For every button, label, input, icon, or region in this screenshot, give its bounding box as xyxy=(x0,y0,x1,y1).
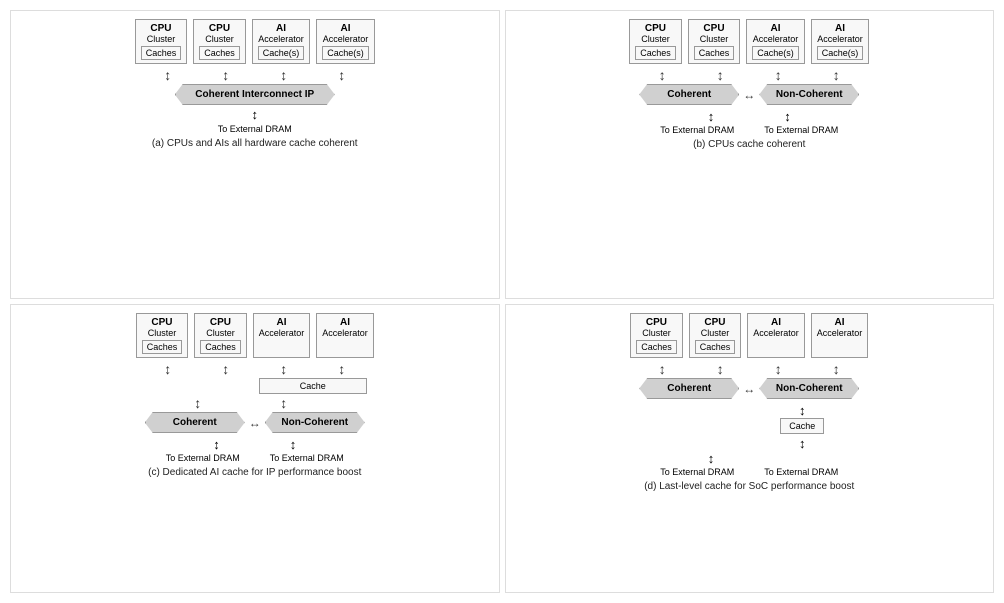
ai-accel-1: AI Accelerator Cache(s) xyxy=(746,19,805,64)
dram-row-d: To External DRAM To External DRAM xyxy=(660,467,838,477)
ai-accel-2: AI Accelerator Cache(s) xyxy=(811,19,870,64)
arrows-b: ↕ ↕ ↕ ↕ xyxy=(636,68,862,82)
caption-c: (c) Dedicated AI cache for IP performanc… xyxy=(148,467,361,478)
cache-box: Caches xyxy=(199,46,240,60)
ai-accel-2: AI Accelerator Cache(s) xyxy=(316,19,375,64)
arrow-4: ↕ xyxy=(316,68,368,82)
cpu-cluster-2: CPU Cluster Caches xyxy=(193,19,246,64)
cache-box: Caches xyxy=(141,46,182,60)
dram-arrow-a: ↕ xyxy=(252,107,259,122)
unit-subtitle: Accelerator xyxy=(258,34,305,44)
dram-row-b: To External DRAM To External DRAM xyxy=(660,125,838,135)
unit-title: CPU xyxy=(199,23,240,34)
coherent-banner-c: Coherent xyxy=(145,412,245,433)
cpu-cluster-1: CPU Cluster Caches xyxy=(136,313,189,358)
bottom-cache-row-d: ↕ Cache ↕ xyxy=(510,403,990,451)
ai-accel-2: AI Accelerator xyxy=(316,313,374,358)
cpu-cluster-2: CPU Cluster Caches xyxy=(688,19,741,64)
caption-b: (b) CPUs cache coherent xyxy=(693,139,805,150)
arrow-1: ↕ xyxy=(142,68,194,82)
unit-title: CPU xyxy=(141,23,182,34)
bottom-cache-d: Cache xyxy=(780,418,824,434)
units-row-c: CPU Cluster Caches CPU Cluster Caches AI… xyxy=(136,313,374,358)
banners-row-d: Coherent ↔ Non-Coherent xyxy=(639,378,859,399)
between-arrow-c: ↔ xyxy=(249,416,261,430)
dram-arrows-c: ↕ ↕ xyxy=(213,437,296,452)
ai-accel-1: AI Accelerator xyxy=(747,313,805,358)
unit-subtitle: Cluster xyxy=(141,34,182,44)
main-container: CPU Cluster Caches CPU Cluster Caches AI… xyxy=(0,0,1004,603)
banners-row-c: Coherent ↔ Non-Coherent xyxy=(145,412,365,433)
diagram-b: CPU Cluster Caches CPU Cluster Caches AI… xyxy=(505,10,995,299)
units-row-b: CPU Cluster Caches CPU Cluster Caches AI… xyxy=(629,19,869,64)
ai-accel-1: AI Accelerator Cache(s) xyxy=(252,19,311,64)
diagram-d: CPU Cluster Caches CPU Cluster Caches AI… xyxy=(505,304,995,593)
arrows-c: ↕ ↕ ↕ ↕ xyxy=(15,362,495,376)
between-arrow-b: ↔ xyxy=(743,88,755,102)
units-row-a: CPU Cluster Caches CPU Cluster Caches AI… xyxy=(135,19,375,64)
noncoherent-banner-d: Non-Coherent xyxy=(759,378,859,399)
cpu-cluster-2: CPU Cluster Caches xyxy=(194,313,247,358)
coherent-banner-b: Coherent xyxy=(639,84,739,105)
caption-a: (a) CPUs and AIs all hardware cache cohe… xyxy=(152,138,358,149)
arrows-d: ↕ ↕ ↕ ↕ xyxy=(510,362,990,376)
arrow-3: ↕ xyxy=(258,68,310,82)
noncoherent-banner-c: Non-Coherent xyxy=(265,412,365,433)
coherent-banner-d: Coherent xyxy=(639,378,739,399)
arrows-a: ↕ ↕ ↕ ↕ xyxy=(142,68,368,82)
diagram-a: CPU Cluster Caches CPU Cluster Caches AI… xyxy=(10,10,500,299)
unit-title: AI xyxy=(258,23,305,34)
cpu-cluster-2: CPU Cluster Caches xyxy=(689,313,742,358)
coherent-banner-a: Coherent Interconnect IP xyxy=(175,84,335,105)
arrow-2: ↕ xyxy=(200,68,252,82)
cache-box: Cache(s) xyxy=(322,46,369,60)
banners-row-b: Coherent ↔ Non-Coherent xyxy=(639,84,859,105)
unit-subtitle: Accelerator xyxy=(322,34,369,44)
noncoherent-banner-b: Non-Coherent xyxy=(759,84,859,105)
dram-arrows-b: ↕ ↕ xyxy=(708,109,791,124)
dram-row-c: To External DRAM To External DRAM xyxy=(166,453,344,463)
between-arrow-d: ↔ xyxy=(743,382,755,396)
cpu-cluster-1: CPU Cluster Caches xyxy=(135,19,188,64)
dram-label-a: To External DRAM xyxy=(218,124,292,134)
cpu-cluster-1: CPU Cluster Caches xyxy=(630,313,683,358)
ai-accel-1: AI Accelerator xyxy=(253,313,311,358)
dram-arrows-d: ↕ ↕ xyxy=(708,451,791,466)
cache-box: Cache(s) xyxy=(258,46,305,60)
units-row-d: CPU Cluster Caches CPU Cluster Caches AI… xyxy=(630,313,868,358)
diagram-c: CPU Cluster Caches CPU Cluster Caches AI… xyxy=(10,304,500,593)
cache-row-c: Cache xyxy=(15,378,495,396)
arrows-c2: ↕ ↕ xyxy=(15,396,495,410)
ai-cache-c: Cache xyxy=(259,378,367,394)
unit-title: AI xyxy=(322,23,369,34)
unit-subtitle: Cluster xyxy=(199,34,240,44)
cpu-cluster-1: CPU Cluster Caches xyxy=(629,19,682,64)
ai-accel-2: AI Accelerator xyxy=(811,313,869,358)
caption-d: (d) Last-level cache for SoC performance… xyxy=(644,481,854,492)
